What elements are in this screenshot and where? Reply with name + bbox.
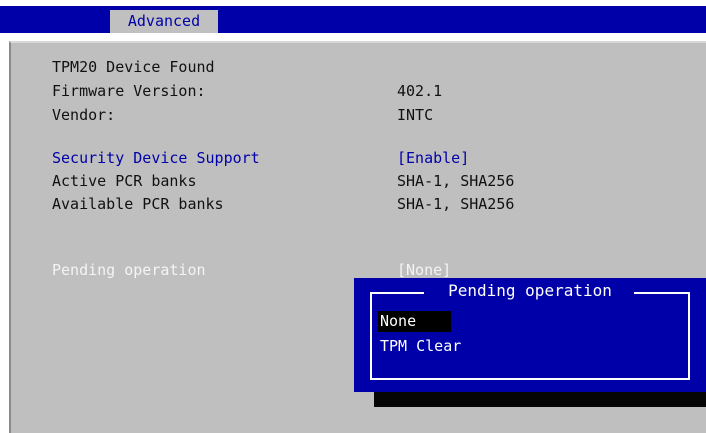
firmware-value: 402.1 [397, 82, 443, 100]
pending-operation-popup: Pending operation None TPM Clear [354, 278, 706, 392]
option-tpm-clear[interactable]: TPM Clear [378, 336, 463, 357]
pending-operation-label: Pending operation [52, 261, 206, 279]
option-none[interactable]: None [378, 311, 451, 332]
available-pcr-value: SHA-1, SHA256 [397, 195, 515, 213]
active-pcr-label: Active PCR banks [52, 172, 197, 190]
tpm-device-label: TPM20 Device Found [52, 58, 215, 76]
active-pcr-value: SHA-1, SHA256 [397, 172, 515, 190]
vendor-label: Vendor: [52, 106, 116, 124]
security-device-label: Security Device Support [52, 149, 260, 167]
popup-frame-top-left [370, 292, 424, 294]
tab-advanced[interactable]: Advanced [110, 10, 218, 33]
popup-title: Pending operation [448, 281, 612, 300]
pending-operation-value[interactable]: [None] [397, 261, 451, 279]
firmware-label: Firmware Version: [52, 82, 206, 100]
vendor-value: INTC [397, 106, 434, 124]
popup-frame-top-right [634, 292, 690, 294]
available-pcr-label: Available PCR banks [52, 195, 224, 213]
menu-bar: Advanced [0, 6, 706, 33]
popup-shadow [374, 392, 706, 407]
security-device-value[interactable]: [Enable] [397, 149, 469, 167]
